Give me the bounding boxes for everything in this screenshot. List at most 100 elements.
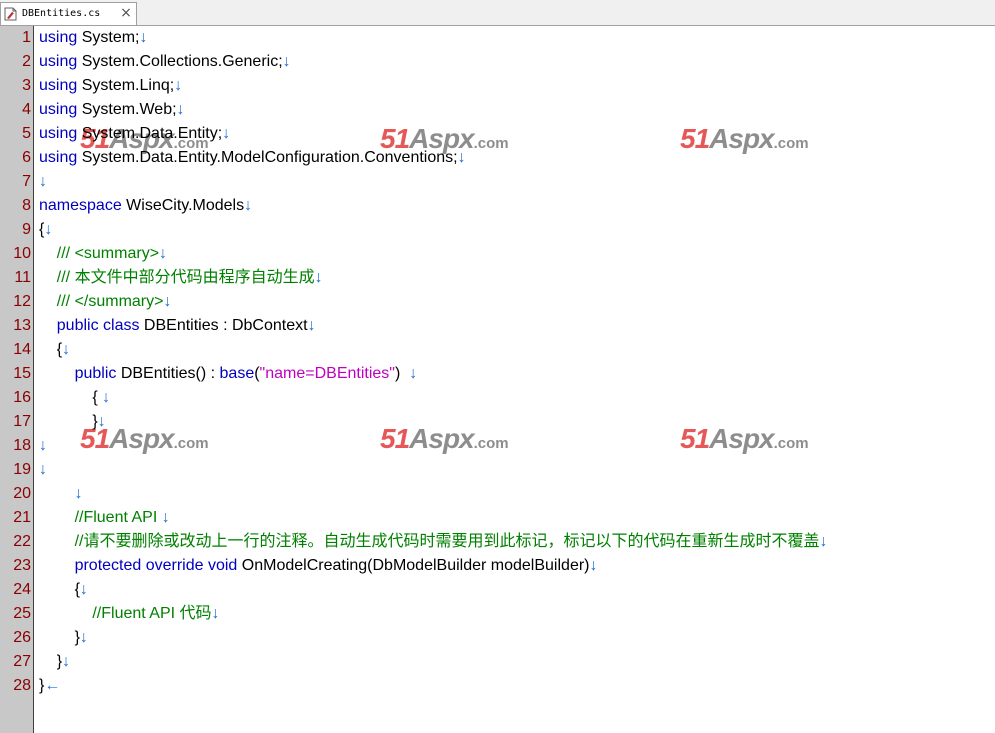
code-line[interactable]: {↓ — [39, 338, 70, 362]
newline-marker: ↓ — [161, 509, 170, 526]
code-token: System.Data.Entity.ModelConfiguration.Co… — [77, 149, 458, 166]
newline-marker: ↓ — [79, 581, 88, 598]
line-number: 11 — [14, 269, 31, 286]
tab-label: DBEntities.cs — [22, 8, 101, 19]
code-line[interactable]: }↓ — [39, 410, 106, 434]
line-number: 17 — [13, 413, 31, 430]
close-icon[interactable]: × — [118, 5, 134, 21]
code-token: System.Web; — [77, 101, 177, 118]
code-line[interactable]: }↓ — [39, 650, 70, 674]
code-editor[interactable]: 51Aspx.com 51Aspx.com 51Aspx.com 51Aspx.… — [34, 26, 995, 733]
code-line[interactable]: using System.Web;↓ — [39, 98, 185, 122]
comment-token: //请不要删除或改动上一行的注释。自动生成代码时需要用到此标记，标记以下的代码在… — [74, 533, 820, 550]
newline-marker: ↓ — [159, 245, 168, 262]
line-number: 13 — [13, 317, 31, 334]
keyword-token: using — [39, 149, 78, 166]
code-line[interactable]: ↓ — [39, 434, 47, 458]
code-token: System.Linq; — [77, 77, 175, 94]
line-number: 10 — [13, 245, 31, 262]
code-line[interactable]: //请不要删除或改动上一行的注释。自动生成代码时需要用到此标记，标记以下的代码在… — [39, 530, 828, 554]
code-line[interactable]: /// 本文件中部分代码由程序自动生成↓ — [39, 266, 323, 290]
code-line[interactable]: { ↓ — [39, 386, 110, 410]
code-token: } — [39, 653, 63, 670]
code-line[interactable]: using System;↓ — [39, 26, 147, 50]
line-number: 3 — [22, 77, 31, 94]
newline-marker: ↓ — [282, 53, 291, 70]
comment-token: /// <summary> — [56, 245, 160, 262]
code-line[interactable]: public class DBEntities : DbContext↓ — [39, 314, 316, 338]
newline-marker: ↓ — [79, 629, 88, 646]
keyword-token: using — [39, 125, 78, 142]
code-line[interactable]: protected override void OnModelCreating(… — [39, 554, 598, 578]
code-line[interactable]: //Fluent API ↓ — [39, 506, 170, 530]
line-number: 15 — [13, 365, 31, 382]
newline-marker: ↓ — [74, 485, 83, 502]
code-line[interactable]: using System.Linq;↓ — [39, 74, 182, 98]
keyword-token: using — [39, 53, 78, 70]
line-number: 25 — [13, 605, 31, 622]
newline-marker: ↓ — [62, 653, 71, 670]
code-line[interactable]: }↓ — [39, 626, 88, 650]
code-line[interactable]: ↓ — [39, 482, 83, 506]
line-number: 21 — [13, 509, 31, 526]
line-number: 28 — [13, 677, 31, 694]
code-token: } — [39, 629, 80, 646]
code-line[interactable]: public DBEntities() : base("name=DBEntit… — [39, 362, 418, 386]
watermark-logo: 51Aspx.com — [380, 423, 509, 454]
line-number: 12 — [13, 293, 31, 310]
keyword-token: namespace — [39, 197, 122, 214]
tab-dbentities[interactable]: DBEntities.cs × — [0, 2, 137, 25]
line-number: 1 — [22, 29, 31, 46]
line-number: 22 — [13, 533, 31, 550]
newline-marker: ↓ — [314, 269, 323, 286]
line-number: 27 — [13, 653, 31, 670]
line-number: 14 — [13, 341, 31, 358]
code-line[interactable]: /// <summary>↓ — [39, 242, 167, 266]
newline-marker: ↓ — [62, 341, 71, 358]
line-number: 4 — [22, 101, 31, 118]
newline-marker: ↓ — [211, 605, 220, 622]
code-token: System.Data.Entity; — [77, 125, 223, 142]
keyword-token: using — [39, 29, 78, 46]
line-number: 7 — [22, 173, 31, 190]
newline-marker: ↓ — [819, 533, 828, 550]
keyword-token: using — [39, 101, 78, 118]
code-line[interactable]: /// </summary>↓ — [39, 290, 172, 314]
code-line[interactable]: using System.Data.Entity.ModelConfigurat… — [39, 146, 466, 170]
newline-marker: ↓ — [307, 317, 316, 334]
newline-marker: ↓ — [102, 389, 111, 406]
line-number: 19 — [13, 461, 31, 478]
code-line[interactable]: ↓ — [39, 170, 47, 194]
code-line[interactable]: namespace WiseCity.Models↓ — [39, 194, 252, 218]
file-cs-icon — [4, 7, 17, 21]
code-token: System.Collections.Generic; — [77, 53, 283, 70]
line-number: 8 — [22, 197, 31, 214]
code-line[interactable]: using System.Data.Entity;↓ — [39, 122, 230, 146]
newline-marker: ↓ — [176, 101, 185, 118]
newline-marker: ↓ — [589, 557, 598, 574]
code-line[interactable]: {↓ — [39, 218, 52, 242]
tab-bar: DBEntities.cs × — [0, 0, 995, 26]
newline-marker: ↓ — [97, 413, 106, 430]
code-line[interactable]: using System.Collections.Generic;↓ — [39, 50, 291, 74]
code-line[interactable]: ↓ — [39, 458, 47, 482]
code-token: DBEntities : DbContext — [139, 317, 308, 334]
newline-marker: ↓ — [39, 173, 47, 190]
comment-token: //Fluent API — [74, 509, 162, 526]
code-line[interactable]: //Fluent API 代码↓ — [39, 602, 220, 626]
newline-marker: ↓ — [44, 221, 53, 238]
code-token: { — [39, 581, 80, 598]
keyword-token: using — [39, 77, 78, 94]
code-token: DBEntities() : — [116, 365, 220, 382]
newline-marker: ↓ — [163, 293, 172, 310]
line-number: 2 — [22, 53, 31, 70]
code-line[interactable]: {↓ — [39, 578, 88, 602]
code-line[interactable]: }← — [39, 674, 60, 698]
